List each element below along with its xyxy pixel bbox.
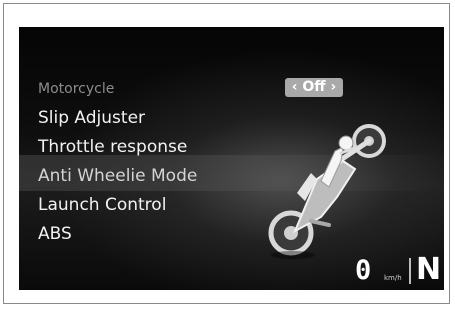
menu-item-launch-control[interactable]: Launch Control <box>38 191 197 220</box>
dashboard-screen: Motorcycle Slip Adjuster Throttle respon… <box>19 27 444 290</box>
menu-item-abs[interactable]: ABS <box>38 220 197 249</box>
menu-item-anti-wheelie-mode[interactable]: Anti Wheelie Mode <box>38 162 197 191</box>
settings-menu: Motorcycle Slip Adjuster Throttle respon… <box>38 75 197 249</box>
menu-item-throttle-response[interactable]: Throttle response <box>38 133 197 162</box>
speed-unit-label: km/h <box>384 274 402 282</box>
gear-indicator: N <box>416 252 442 287</box>
setting-value-selector[interactable]: ‹ Off › <box>285 78 343 97</box>
status-divider <box>409 258 411 284</box>
motorcycle-wheelie-icon <box>268 124 386 259</box>
speed-readout: 0 <box>355 255 372 286</box>
menu-item-slip-adjuster[interactable]: Slip Adjuster <box>38 104 197 133</box>
menu-item-motorcycle[interactable]: Motorcycle <box>38 75 197 104</box>
